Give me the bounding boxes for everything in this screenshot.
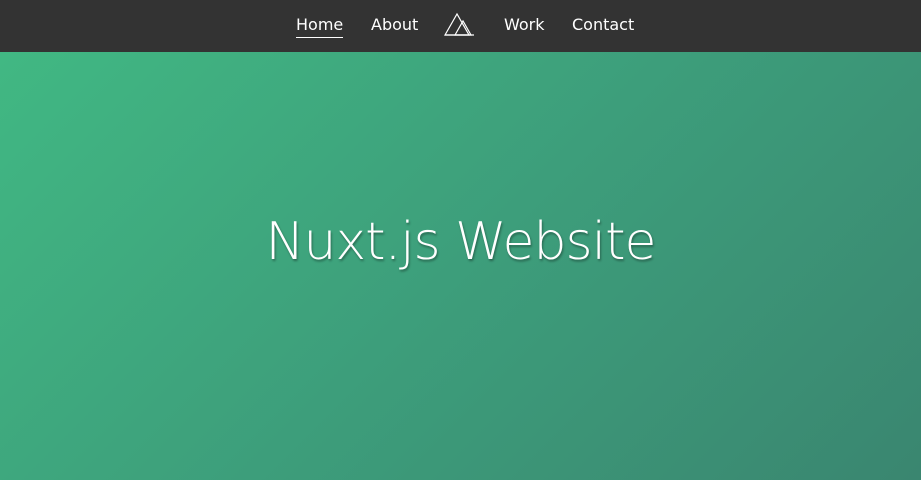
hero-section: Nuxt.js Website — [0, 52, 921, 480]
nav-link-work[interactable]: Work — [504, 14, 545, 36]
nav-link-home[interactable]: Home — [296, 14, 344, 38]
nuxt-logo-svg — [443, 12, 474, 36]
nav-link-about[interactable]: About — [371, 14, 418, 36]
navbar: Home About Work Contact — [0, 0, 921, 52]
nuxt-logo-icon[interactable] — [443, 12, 475, 36]
nav-link-contact[interactable]: Contact — [572, 14, 634, 36]
hero-title: Nuxt.js Website — [265, 212, 657, 272]
